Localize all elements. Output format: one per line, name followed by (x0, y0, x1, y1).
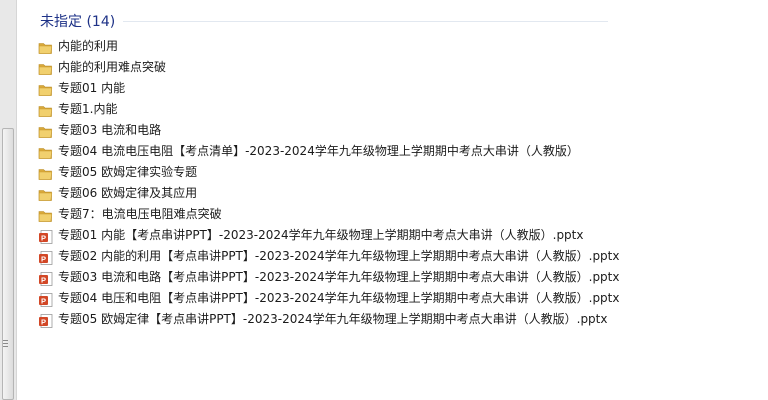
scrollbar-grip-icon (3, 340, 8, 347)
folder-item[interactable]: 内能的利用难点突破 (36, 57, 756, 78)
folder-icon (38, 166, 54, 180)
folder-icon (38, 103, 54, 117)
group-divider (123, 21, 608, 22)
scrollbar-thumb[interactable] (2, 128, 14, 400)
file-list: 内能的利用内能的利用难点突破 专题01 内能 专题1.内能专题03 电流和电路专题0… (36, 36, 756, 330)
folder-item[interactable]: 专题04 电流电压电阻【考点清单】-2023-2024学年九年级物理上学期期中考… (36, 141, 756, 162)
folder-item[interactable]: 内能的利用 (36, 36, 756, 57)
powerpoint-file-icon: P (38, 271, 54, 286)
folder-item[interactable]: 专题03 电流和电路 (36, 120, 756, 141)
folder-icon (38, 124, 54, 138)
folder-icon (38, 208, 54, 222)
item-name: 专题04 电压和电阻【考点串讲PPT】-2023-2024学年九年级物理上学期期… (58, 291, 620, 305)
folder-item[interactable]: 专题7：电流电压电阻难点突破 (36, 204, 756, 225)
group-header[interactable]: 未指定 (14) (40, 10, 608, 32)
item-name: 专题05 欧姆定律实验专题 (58, 165, 198, 179)
item-name: 专题01 内能【考点串讲PPT】-2023-2024学年九年级物理上学期期中考点… (58, 228, 584, 242)
folder-item[interactable]: 专题05 欧姆定律实验专题 (36, 162, 756, 183)
powerpoint-file-icon: P (38, 250, 54, 265)
folder-icon (38, 40, 54, 54)
item-name: 专题1.内能 (58, 102, 118, 116)
svg-text:P: P (41, 254, 46, 263)
item-name: 专题03 电流和电路【考点串讲PPT】-2023-2024学年九年级物理上学期期… (58, 270, 620, 284)
file-item[interactable]: P 专题02 内能的利用【考点串讲PPT】-2023-2024学年九年级物理上学期… (36, 246, 756, 267)
item-name: 内能的利用难点突破 (58, 60, 167, 74)
item-name: 专题05 欧姆定律【考点串讲PPT】-2023-2024学年九年级物理上学期期中… (58, 312, 608, 326)
vertical-scrollbar[interactable] (0, 0, 17, 400)
powerpoint-file-icon: P (38, 313, 54, 328)
svg-text:P: P (41, 317, 46, 326)
file-item[interactable]: P 专题04 电压和电阻【考点串讲PPT】-2023-2024学年九年级物理上学期… (36, 288, 756, 309)
folder-icon (38, 187, 54, 201)
folder-icon (38, 82, 54, 96)
item-name: 专题01 内能 (58, 81, 126, 95)
file-item[interactable]: P 专题01 内能【考点串讲PPT】-2023-2024学年九年级物理上学期期中考… (36, 225, 756, 246)
svg-text:P: P (41, 296, 46, 305)
item-name: 专题03 电流和电路 (58, 123, 162, 137)
folder-item[interactable]: 专题01 内能 (36, 78, 756, 99)
item-name: 专题04 电流电压电阻【考点清单】-2023-2024学年九年级物理上学期期中考… (58, 144, 579, 158)
powerpoint-file-icon: P (38, 292, 54, 307)
file-item[interactable]: P 专题03 电流和电路【考点串讲PPT】-2023-2024学年九年级物理上学期… (36, 267, 756, 288)
item-name: 专题02 内能的利用【考点串讲PPT】-2023-2024学年九年级物理上学期期… (58, 249, 620, 263)
group-title: 未指定 (14) (40, 14, 116, 30)
file-item[interactable]: P 专题05 欧姆定律【考点串讲PPT】-2023-2024学年九年级物理上学期期… (36, 309, 756, 330)
item-name: 专题7：电流电压电阻难点突破 (58, 207, 222, 221)
folder-item[interactable]: 专题06 欧姆定律及其应用 (36, 183, 756, 204)
powerpoint-file-icon: P (38, 229, 54, 244)
svg-text:P: P (41, 275, 46, 284)
svg-text:P: P (41, 233, 46, 242)
folder-item[interactable]: 专题1.内能 (36, 99, 756, 120)
folder-icon (38, 61, 54, 75)
item-name: 内能的利用 (58, 39, 119, 53)
folder-icon (38, 145, 54, 159)
item-name: 专题06 欧姆定律及其应用 (58, 186, 198, 200)
